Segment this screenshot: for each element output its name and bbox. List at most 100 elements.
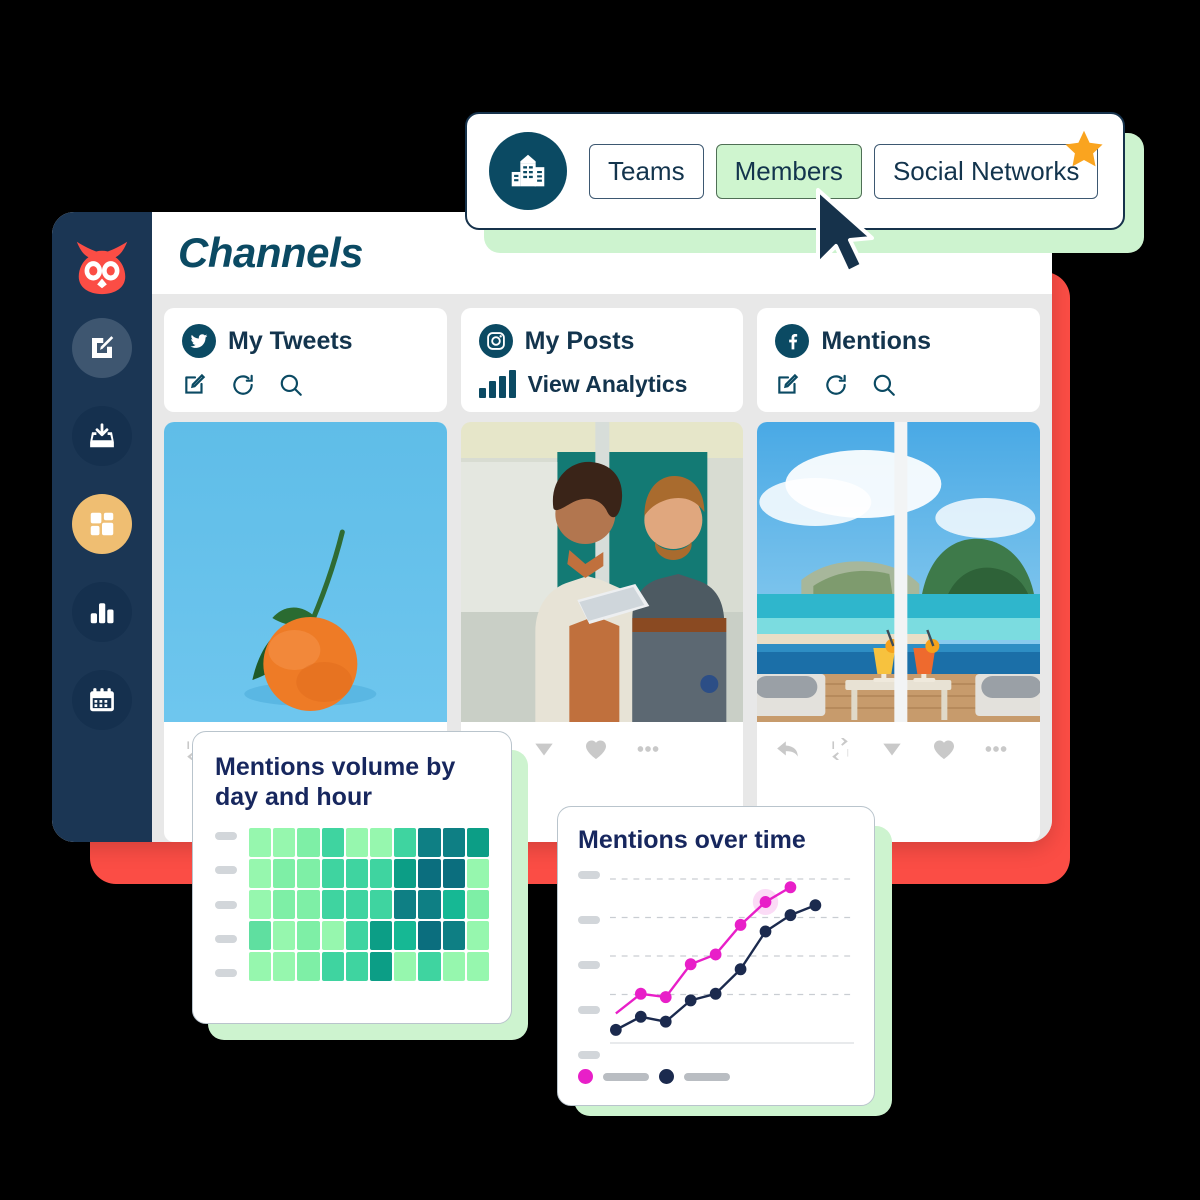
caret-down-icon[interactable]: [879, 738, 905, 760]
analytics-bar-icon: [90, 603, 114, 624]
sidebar-item-analytics[interactable]: [72, 582, 132, 642]
data-point: [634, 1010, 647, 1023]
heatmap-cell[interactable]: [394, 921, 417, 950]
heatmap-cell[interactable]: [466, 921, 489, 950]
heatmap-cell[interactable]: [466, 890, 489, 919]
heatmap-cell[interactable]: [345, 890, 368, 919]
post-photo-beach-pool: [757, 422, 1041, 722]
y-label-pill: [215, 969, 237, 977]
post-photo-colleagues: [460, 422, 744, 722]
heatmap-cell[interactable]: [345, 921, 368, 950]
heatmap-grid[interactable]: [249, 828, 489, 981]
legend-label-placeholder: [603, 1072, 649, 1081]
line-chart-plot[interactable]: [610, 869, 854, 1059]
heatmap-cell[interactable]: [442, 859, 465, 888]
heatmap-cell[interactable]: [297, 890, 320, 919]
view-analytics-link[interactable]: View Analytics: [478, 370, 726, 398]
heatmap-cell[interactable]: [442, 890, 465, 919]
heatmap-cell[interactable]: [394, 828, 417, 857]
hootsuite-owl-logo[interactable]: [71, 234, 133, 296]
heatmap-cell[interactable]: [370, 828, 393, 857]
more-icon[interactable]: [983, 738, 1009, 760]
data-point: [709, 987, 722, 1000]
heatmap-cell[interactable]: [297, 952, 320, 981]
legend-label-placeholder: [684, 1072, 730, 1081]
reply-icon[interactable]: [775, 738, 801, 760]
heatmap-cell[interactable]: [249, 890, 272, 919]
refresh-icon[interactable]: [230, 372, 256, 398]
data-point: [610, 1023, 622, 1036]
sidebar-item-compose[interactable]: [72, 318, 132, 378]
heatmap-cell[interactable]: [297, 828, 320, 857]
heatmap-cell[interactable]: [249, 952, 272, 981]
twitter-bird-icon: [182, 324, 216, 358]
heatmap-cell[interactable]: [345, 828, 368, 857]
legend-dot-series-b: [659, 1069, 674, 1084]
heart-icon[interactable]: [931, 738, 957, 760]
heatmap-cell[interactable]: [321, 890, 344, 919]
data-point: [684, 958, 697, 971]
post-photo-orange-fruit: [164, 422, 447, 722]
heatmap-cell[interactable]: [370, 859, 393, 888]
heatmap-cell[interactable]: [370, 952, 393, 981]
line-chart-y-labels: [578, 869, 600, 1059]
heatmap-cell[interactable]: [273, 921, 296, 950]
heatmap-cell[interactable]: [370, 890, 393, 919]
y-label-pill: [215, 832, 237, 840]
heatmap-cell[interactable]: [345, 859, 368, 888]
heatmap-cell[interactable]: [273, 890, 296, 919]
heatmap-y-labels: [215, 828, 237, 981]
search-icon[interactable]: [871, 372, 897, 398]
sidebar-item-calendar[interactable]: [72, 670, 132, 730]
heatmap-cell[interactable]: [418, 890, 441, 919]
heatmap-cell[interactable]: [321, 859, 344, 888]
heatmap-cell[interactable]: [418, 952, 441, 981]
view-analytics-label: View Analytics: [527, 370, 688, 397]
sidebar-item-streams[interactable]: [72, 494, 132, 554]
heatmap-cell[interactable]: [321, 828, 344, 857]
heatmap-cell[interactable]: [321, 921, 344, 950]
compose-icon[interactable]: [775, 372, 801, 398]
caret-down-icon[interactable]: [531, 738, 557, 760]
heatmap-cell[interactable]: [418, 921, 441, 950]
data-point: [734, 963, 747, 976]
heatmap-cell[interactable]: [249, 828, 272, 857]
heatmap-cell[interactable]: [370, 921, 393, 950]
heatmap-cell[interactable]: [249, 859, 272, 888]
heatmap-cell[interactable]: [442, 921, 465, 950]
heatmap-cell[interactable]: [442, 828, 465, 857]
compose-icon[interactable]: [182, 372, 208, 398]
heatmap-cell[interactable]: [321, 952, 344, 981]
teams-panel: Teams Members Social Networks: [465, 112, 1125, 230]
heatmap-cell[interactable]: [345, 952, 368, 981]
stream-mentions: Mentions: [757, 308, 1041, 842]
heart-icon[interactable]: [583, 738, 609, 760]
heatmap-cell[interactable]: [394, 952, 417, 981]
buildings-icon: [489, 132, 567, 210]
stream-toolbar: [182, 372, 429, 398]
heatmap-cell[interactable]: [442, 952, 465, 981]
heatmap-cell[interactable]: [466, 828, 489, 857]
heatmap-cell[interactable]: [273, 828, 296, 857]
y-label-pill: [215, 900, 237, 909]
retweet-icon[interactable]: [827, 738, 853, 760]
screenshot-stage: Channels My Tweets My Posts View Analyti…: [0, 0, 1200, 1200]
heatmap-cell[interactable]: [466, 859, 489, 888]
heatmap-cell[interactable]: [273, 859, 296, 888]
heatmap-cell[interactable]: [394, 890, 417, 919]
heatmap-cell[interactable]: [297, 921, 320, 950]
search-icon[interactable]: [278, 372, 304, 398]
sidebar-item-inbox[interactable]: [72, 406, 132, 466]
heatmap-cell[interactable]: [418, 828, 441, 857]
data-point: [659, 1015, 672, 1028]
heatmap-cell[interactable]: [273, 952, 296, 981]
heatmap-cell[interactable]: [394, 859, 417, 888]
heatmap-cell[interactable]: [249, 921, 272, 950]
stream-title: My Posts: [524, 326, 635, 355]
heatmap-cell[interactable]: [466, 952, 489, 981]
heatmap-cell[interactable]: [418, 859, 441, 888]
tab-teams[interactable]: Teams: [589, 143, 704, 199]
refresh-icon[interactable]: [823, 372, 849, 398]
more-icon[interactable]: [635, 738, 661, 760]
heatmap-cell[interactable]: [297, 859, 320, 888]
